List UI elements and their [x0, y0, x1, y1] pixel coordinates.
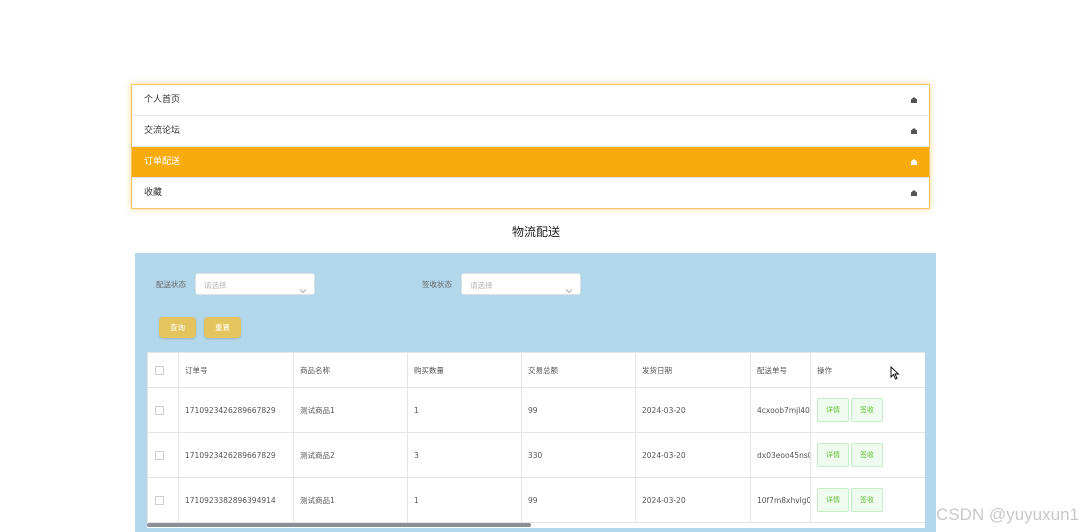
order-number-cell: 1710923426289667829: [178, 387, 294, 433]
total-cell: 99: [521, 387, 636, 433]
operations-cell: 详情 签收: [810, 387, 925, 433]
total-cell: 99: [521, 477, 636, 523]
query-button[interactable]: 查询: [159, 317, 196, 338]
watermark: CSDN @yuyuxun1: [936, 505, 1079, 524]
order-number-cell: 1710923426289667829: [178, 432, 294, 478]
sign-button[interactable]: 签收: [851, 398, 883, 422]
reset-button[interactable]: 重置: [204, 317, 241, 338]
column-header: 配送单号: [750, 352, 811, 388]
tracking-number-cell: 10f7m8xhvlg00: [750, 477, 811, 523]
home-icon: [911, 190, 917, 196]
product-name-cell: 测试商品2: [293, 432, 408, 478]
table-row: 1710923382896394914 测试商品1 1 99 2024-03-2…: [147, 477, 925, 523]
home-icon: [911, 159, 917, 165]
select-placeholder: 请选择: [470, 281, 493, 290]
delivery-status-select[interactable]: 请选择: [195, 273, 315, 295]
menu-item-forum[interactable]: 交流论坛: [132, 116, 929, 147]
row-checkbox[interactable]: [155, 495, 164, 505]
select-all-cell[interactable]: [147, 352, 179, 388]
delivery-status-label: 配送状态: [156, 280, 186, 289]
menu-item-label: 个人首页: [144, 95, 181, 105]
column-header: 发货日期: [635, 352, 751, 388]
menu-item-favorites[interactable]: 收藏: [132, 178, 929, 209]
menu-item-label: 交流论坛: [144, 126, 181, 136]
product-name-cell: 测试商品1: [293, 387, 408, 433]
table-row: 1710923426289667829 测试商品2 3 330 2024-03-…: [147, 432, 925, 478]
table-header-row: 订单号 商品名称 购买数量 交易总额 发货日期 配送单号 操作: [147, 352, 925, 388]
logistics-panel: 配送状态 请选择 签收状态 请选择 查询 重置 订单号 商品名称 购买数量 交易…: [135, 253, 936, 532]
menu-item-order-delivery[interactable]: 订单配送: [132, 147, 929, 178]
column-header: 商品名称: [293, 352, 408, 388]
receipt-status-select[interactable]: 请选择: [461, 273, 581, 295]
detail-button[interactable]: 详情: [817, 443, 849, 467]
column-header: 订单号: [178, 352, 294, 388]
receipt-status-label: 签收状态: [422, 280, 452, 289]
tracking-number-cell: 4cxoob7mjl400: [750, 387, 811, 433]
tracking-number-cell: dx03eoo45ns0: [750, 432, 811, 478]
ship-date-cell: 2024-03-20: [635, 432, 751, 478]
table-row: 1710923426289667829 测试商品1 1 99 2024-03-2…: [147, 387, 925, 433]
nav-menu: 个人首页 交流论坛 订单配送 收藏: [131, 84, 930, 209]
order-number-cell: 1710923382896394914: [178, 477, 294, 523]
operations-cell: 详情 签收: [810, 477, 925, 523]
detail-button[interactable]: 详情: [817, 488, 849, 512]
select-placeholder: 请选择: [204, 281, 227, 290]
operations-cell: 详情 签收: [810, 432, 925, 478]
row-checkbox[interactable]: [155, 405, 164, 415]
menu-item-home[interactable]: 个人首页: [132, 85, 929, 116]
column-header: 操作: [810, 352, 925, 388]
orders-table: 订单号 商品名称 购买数量 交易总额 发货日期 配送单号 操作 17109234…: [147, 352, 925, 528]
ship-date-cell: 2024-03-20: [635, 477, 751, 523]
row-checkbox[interactable]: [155, 450, 164, 460]
product-name-cell: 测试商品1: [293, 477, 408, 523]
menu-item-label: 订单配送: [144, 157, 181, 167]
menu-item-label: 收藏: [144, 188, 163, 198]
horizontal-scrollbar[interactable]: [147, 523, 531, 527]
home-icon: [911, 128, 917, 134]
chevron-down-icon: [299, 280, 307, 294]
home-icon: [911, 97, 917, 103]
detail-button[interactable]: 详情: [817, 398, 849, 422]
column-header: 交易总额: [521, 352, 636, 388]
page-title: 物流配送: [511, 225, 560, 239]
sign-button[interactable]: 签收: [851, 488, 883, 512]
quantity-cell: 3: [407, 432, 522, 478]
sign-button[interactable]: 签收: [851, 443, 883, 467]
quantity-cell: 1: [407, 477, 522, 523]
column-header: 购买数量: [407, 352, 522, 388]
ship-date-cell: 2024-03-20: [635, 387, 751, 433]
quantity-cell: 1: [407, 387, 522, 433]
chevron-down-icon: [565, 280, 573, 294]
mouse-cursor-icon: [890, 365, 900, 380]
total-cell: 330: [521, 432, 636, 478]
select-all-checkbox[interactable]: [155, 365, 164, 375]
